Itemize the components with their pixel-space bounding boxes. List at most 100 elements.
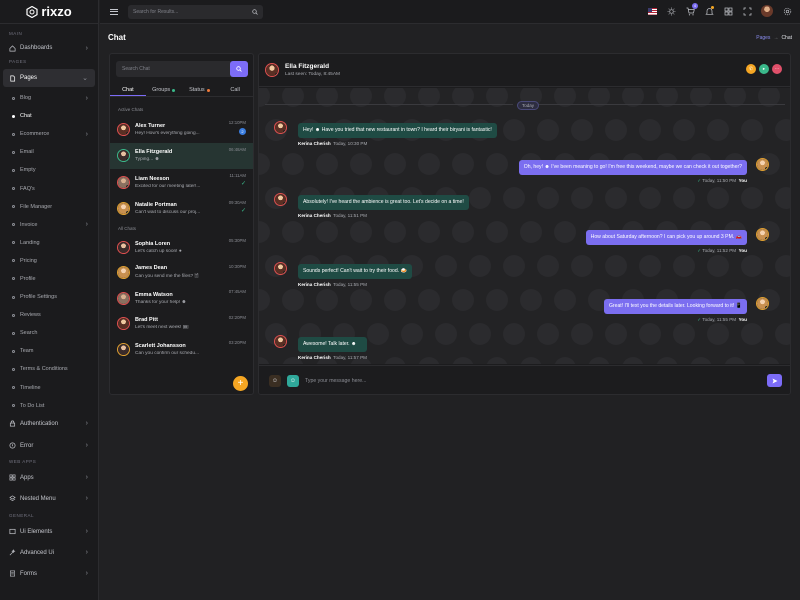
- message-time: Today, 11:51 PM: [333, 213, 367, 218]
- chevron-right-icon: ›: [85, 221, 88, 229]
- sidebar-subitem[interactable]: Blog ›: [0, 89, 98, 107]
- tab-groups[interactable]: Groups: [146, 84, 182, 96]
- message-bubble[interactable]: Sounds perfect! Can't wait to try their …: [298, 264, 412, 279]
- more-options-icon[interactable]: ⋯: [772, 64, 782, 74]
- menu-toggle-icon[interactable]: [110, 8, 118, 16]
- sidebar-subitem[interactable]: Landing: [0, 234, 98, 252]
- sidebar-subitem[interactable]: Terms & Conditions: [0, 360, 98, 378]
- pages-submenu: Blog › Chat Ecommerce › Email Empty FAQ's File M…: [0, 89, 98, 415]
- sidebar-subitem[interactable]: Timeline: [0, 379, 98, 397]
- chat-list-item[interactable]: Liam Neeson Excited for our meeting later…: [110, 169, 253, 195]
- sidebar-item-error[interactable]: Error ›: [0, 437, 98, 455]
- message-area[interactable]: Today Hey! ☻ Have you tried that new res…: [259, 88, 790, 364]
- pattern-bubble: [741, 323, 763, 345]
- sidebar-item-authentication[interactable]: Authentication ›: [0, 415, 98, 433]
- chat-list-item[interactable]: Sophia Loren Let's catch up soon! ● 05:30P…: [110, 234, 253, 260]
- new-chat-button[interactable]: +: [233, 376, 248, 391]
- pattern-bubble: [639, 119, 661, 141]
- pattern-bubble: [401, 323, 423, 345]
- sidebar-subitem[interactable]: Ecommerce ›: [0, 125, 98, 143]
- pattern-bubble: [605, 323, 627, 345]
- pattern-bubble: [469, 255, 491, 277]
- sidebar-item-nested-menu[interactable]: Nested Menu ›: [0, 490, 98, 508]
- pattern-bubble: [605, 119, 627, 141]
- sidebar-subitem[interactable]: Profile: [0, 270, 98, 288]
- sidebar-subitem[interactable]: Search: [0, 324, 98, 342]
- breadcrumb-pages[interactable]: Pages: [756, 35, 770, 41]
- message-bubble[interactable]: How about Saturday afternoon? I can pick…: [585, 230, 747, 245]
- sidebar-item-dashboards[interactable]: Dashboards ›: [0, 39, 98, 57]
- theme-sun-icon[interactable]: [666, 6, 676, 16]
- message-bubble[interactable]: Great! I'll text you the details later. …: [603, 299, 747, 314]
- sidebar-subitem[interactable]: Profile Settings: [0, 288, 98, 306]
- pattern-bubble: [690, 357, 712, 364]
- sidebar-subitem[interactable]: To Do List: [0, 397, 98, 415]
- send-button[interactable]: [767, 374, 782, 387]
- message-avatar: [274, 335, 287, 348]
- emoji-icon[interactable]: ☺: [269, 374, 281, 387]
- sidebar-subitem[interactable]: Empty: [0, 161, 98, 179]
- search-icon[interactable]: [252, 8, 258, 15]
- chat-search-input[interactable]: [116, 66, 230, 72]
- sidebar-subitem[interactable]: Team: [0, 342, 98, 360]
- message-sender: You: [738, 317, 747, 322]
- chat-meta: 12:10PM 2: [229, 120, 246, 135]
- chat-search-button[interactable]: [230, 61, 248, 77]
- message-bubble[interactable]: Awesome! Talk later. ☻: [298, 337, 367, 352]
- notification-bell-icon[interactable]: [704, 6, 714, 16]
- chat-list-item[interactable]: Ella Fitzgerald Typing... ☻ 06:48AM: [110, 142, 253, 169]
- chat-list-item[interactable]: Natalie Portman Can't wait to discuss our…: [110, 196, 253, 222]
- pattern-bubble: [418, 357, 440, 364]
- cart-icon[interactable]: 4: [685, 3, 698, 16]
- language-flag-icon[interactable]: [647, 6, 657, 16]
- bullet-icon: [12, 132, 15, 136]
- message-bubble[interactable]: Absolutely! I've heard the ambience is g…: [298, 195, 469, 210]
- breadcrumb-current: Chat: [781, 35, 792, 41]
- sidebar-subitem[interactable]: File Manager: [0, 198, 98, 216]
- sidebar-subitem[interactable]: FAQ's: [0, 179, 98, 197]
- contact-avatar[interactable]: [265, 63, 279, 77]
- chat-list-item[interactable]: Scarlett Johansson Can you confirm our sc…: [110, 336, 253, 362]
- chat-list-item[interactable]: James Dean Can you send me the files? 🗎 10…: [110, 260, 253, 286]
- pattern-bubble: [486, 289, 508, 311]
- chat-list-item[interactable]: Emma Watson Thanks for your help! ☻ 07:45A…: [110, 285, 253, 311]
- message-bubble[interactable]: Oh, hey! ☻ I've been meaning to go! I'm …: [518, 160, 747, 175]
- message-input[interactable]: [305, 373, 755, 388]
- pattern-bubble: [259, 357, 270, 364]
- sidebar-subitem[interactable]: Pricing: [0, 252, 98, 270]
- sidebar-subitem[interactable]: Invoice ›: [0, 216, 98, 234]
- phone-icon[interactable]: ✆: [746, 64, 756, 74]
- tab-call[interactable]: Call: [217, 84, 253, 96]
- sidebar-item-advanced-ui[interactable]: Advanced Ui ›: [0, 544, 98, 562]
- user-avatar[interactable]: [761, 5, 773, 17]
- apps-grid-icon[interactable]: [723, 6, 733, 16]
- pattern-bubble: [673, 323, 695, 345]
- tab-chat[interactable]: Chat: [110, 84, 146, 96]
- sidebar-subitem[interactable]: Email: [0, 143, 98, 161]
- pattern-bubble: [469, 323, 491, 345]
- brand-logo[interactable]: rixzo: [0, 0, 98, 24]
- chat-list-item[interactable]: Brad Pitt Let's meet next week! 🗓 02:20PM: [110, 311, 253, 337]
- tab-status[interactable]: Status: [182, 84, 218, 96]
- pattern-bubble: [259, 289, 270, 311]
- sidebar-item-forms[interactable]: Forms ›: [0, 565, 98, 583]
- chat-list-item[interactable]: Alex Turner Hey! How's everything going..…: [110, 116, 253, 142]
- sidebar-subitem[interactable]: Chat: [0, 107, 98, 125]
- video-icon[interactable]: ▸: [759, 64, 769, 74]
- active-chats-heading: Active Chats: [118, 106, 144, 112]
- global-search-input[interactable]: [133, 8, 243, 15]
- sidebar-item-ui-elements[interactable]: Ui Elements ›: [0, 523, 98, 541]
- attach-icon[interactable]: ☺: [287, 374, 299, 387]
- chat-time: 09:30AM: [228, 199, 246, 205]
- sidebar-subitem[interactable]: Reviews: [0, 306, 98, 324]
- fullscreen-icon[interactable]: [742, 6, 752, 16]
- message-bubble[interactable]: Hey! ☻ Have you tried that new restauran…: [298, 123, 497, 138]
- bullet-icon: [12, 349, 15, 353]
- sidebar-item-apps[interactable]: Apps ›: [0, 469, 98, 487]
- chevron-right-icon: ›: [85, 549, 88, 557]
- chat-meta: 02:20PM: [229, 315, 246, 320]
- settings-gear-icon[interactable]: [782, 6, 792, 16]
- message-sender: Kerina Cherish: [298, 282, 331, 287]
- sidebar-item-pages[interactable]: Pages ⌄: [3, 69, 95, 87]
- chat-preview: Can you confirm our schedu...: [135, 350, 199, 356]
